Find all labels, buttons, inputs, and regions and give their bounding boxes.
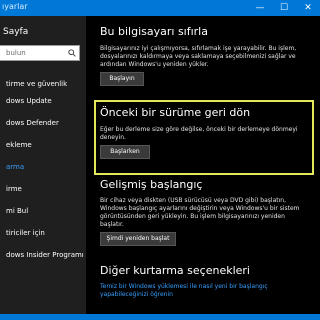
restart-now-button[interactable]: Şimdi yeniden başlat bbox=[100, 232, 176, 246]
sidebar: Sayfa bulun tirme ve güvenlik dows Updat… bbox=[0, 16, 86, 320]
other-recovery-heading: Diğer kurtarma seçenekleri bbox=[100, 264, 250, 277]
advanced-startup-heading: Gelişmiş başlangıç bbox=[100, 178, 203, 191]
sidebar-item-label: dows Defender bbox=[6, 119, 59, 127]
sidebar-item-label: ekleme bbox=[6, 141, 32, 149]
sidebar-item-windows-defender[interactable]: dows Defender bbox=[0, 116, 86, 132]
sidebar-item-activation[interactable]: irme bbox=[0, 182, 86, 198]
sidebar-item-label: dows Update bbox=[6, 97, 52, 105]
rollback-description: Eğer bu derleme size göre değilse, öncek… bbox=[100, 126, 298, 141]
bottom-accent-bar bbox=[0, 314, 320, 320]
sidebar-item-recovery[interactable]: arma bbox=[0, 160, 86, 176]
sidebar-item-backup[interactable]: ekleme bbox=[0, 138, 86, 154]
sidebar-item-label: tiriciler için bbox=[6, 229, 45, 237]
title-bar[interactable]: ıyarlar — ☐ ✕ bbox=[0, 0, 320, 16]
advanced-startup-description: Bir cihaz veya diskten (USB sürücüsü vey… bbox=[100, 197, 300, 228]
sidebar-title[interactable]: Sayfa bbox=[3, 27, 28, 38]
reset-description: Bilgisayarınız iyi çalışmıyorsa, sıfırla… bbox=[100, 45, 297, 68]
rollback-heading: Önceki bir sürüme geri dön bbox=[100, 106, 251, 119]
sidebar-item-label: mi Bul bbox=[6, 207, 29, 215]
sidebar-item-label: arma bbox=[6, 163, 25, 171]
clean-install-link[interactable]: Temiz bir Windows yüklemesi ile nasıl ye… bbox=[100, 283, 300, 299]
search-icon[interactable] bbox=[68, 49, 76, 57]
main-content: Bu bilgisayarı sıfırla Bilgisayarınız iy… bbox=[86, 16, 320, 320]
sidebar-section-title: tirme ve güvenlik bbox=[6, 80, 68, 88]
window-title: ıyarlar bbox=[2, 2, 28, 11]
window-controls: — ☐ ✕ bbox=[248, 0, 320, 16]
settings-window: ıyarlar — ☐ ✕ Sayfa bulun tirme ve güven… bbox=[0, 0, 320, 320]
search-placeholder: bulun bbox=[6, 49, 26, 57]
sidebar-item-label: irme bbox=[6, 185, 22, 193]
sidebar-item-find-my-device[interactable]: mi Bul bbox=[0, 204, 86, 220]
search-input[interactable]: bulun bbox=[0, 45, 80, 61]
sidebar-item-insider-program[interactable]: dows Insider Programı bbox=[0, 248, 86, 264]
rollback-start-button[interactable]: Başlarken bbox=[100, 145, 150, 159]
sidebar-item-label: dows Insider Programı bbox=[6, 251, 84, 259]
sidebar-item-for-developers[interactable]: tiriciler için bbox=[0, 226, 86, 242]
reset-heading: Bu bilgisayarı sıfırla bbox=[100, 25, 208, 38]
sidebar-item-windows-update[interactable]: dows Update bbox=[0, 94, 86, 110]
maximize-button[interactable]: ☐ bbox=[272, 0, 296, 16]
minimize-button[interactable]: — bbox=[248, 0, 272, 16]
close-button[interactable]: ✕ bbox=[296, 0, 320, 16]
reset-start-button[interactable]: Başlayın bbox=[100, 72, 144, 86]
